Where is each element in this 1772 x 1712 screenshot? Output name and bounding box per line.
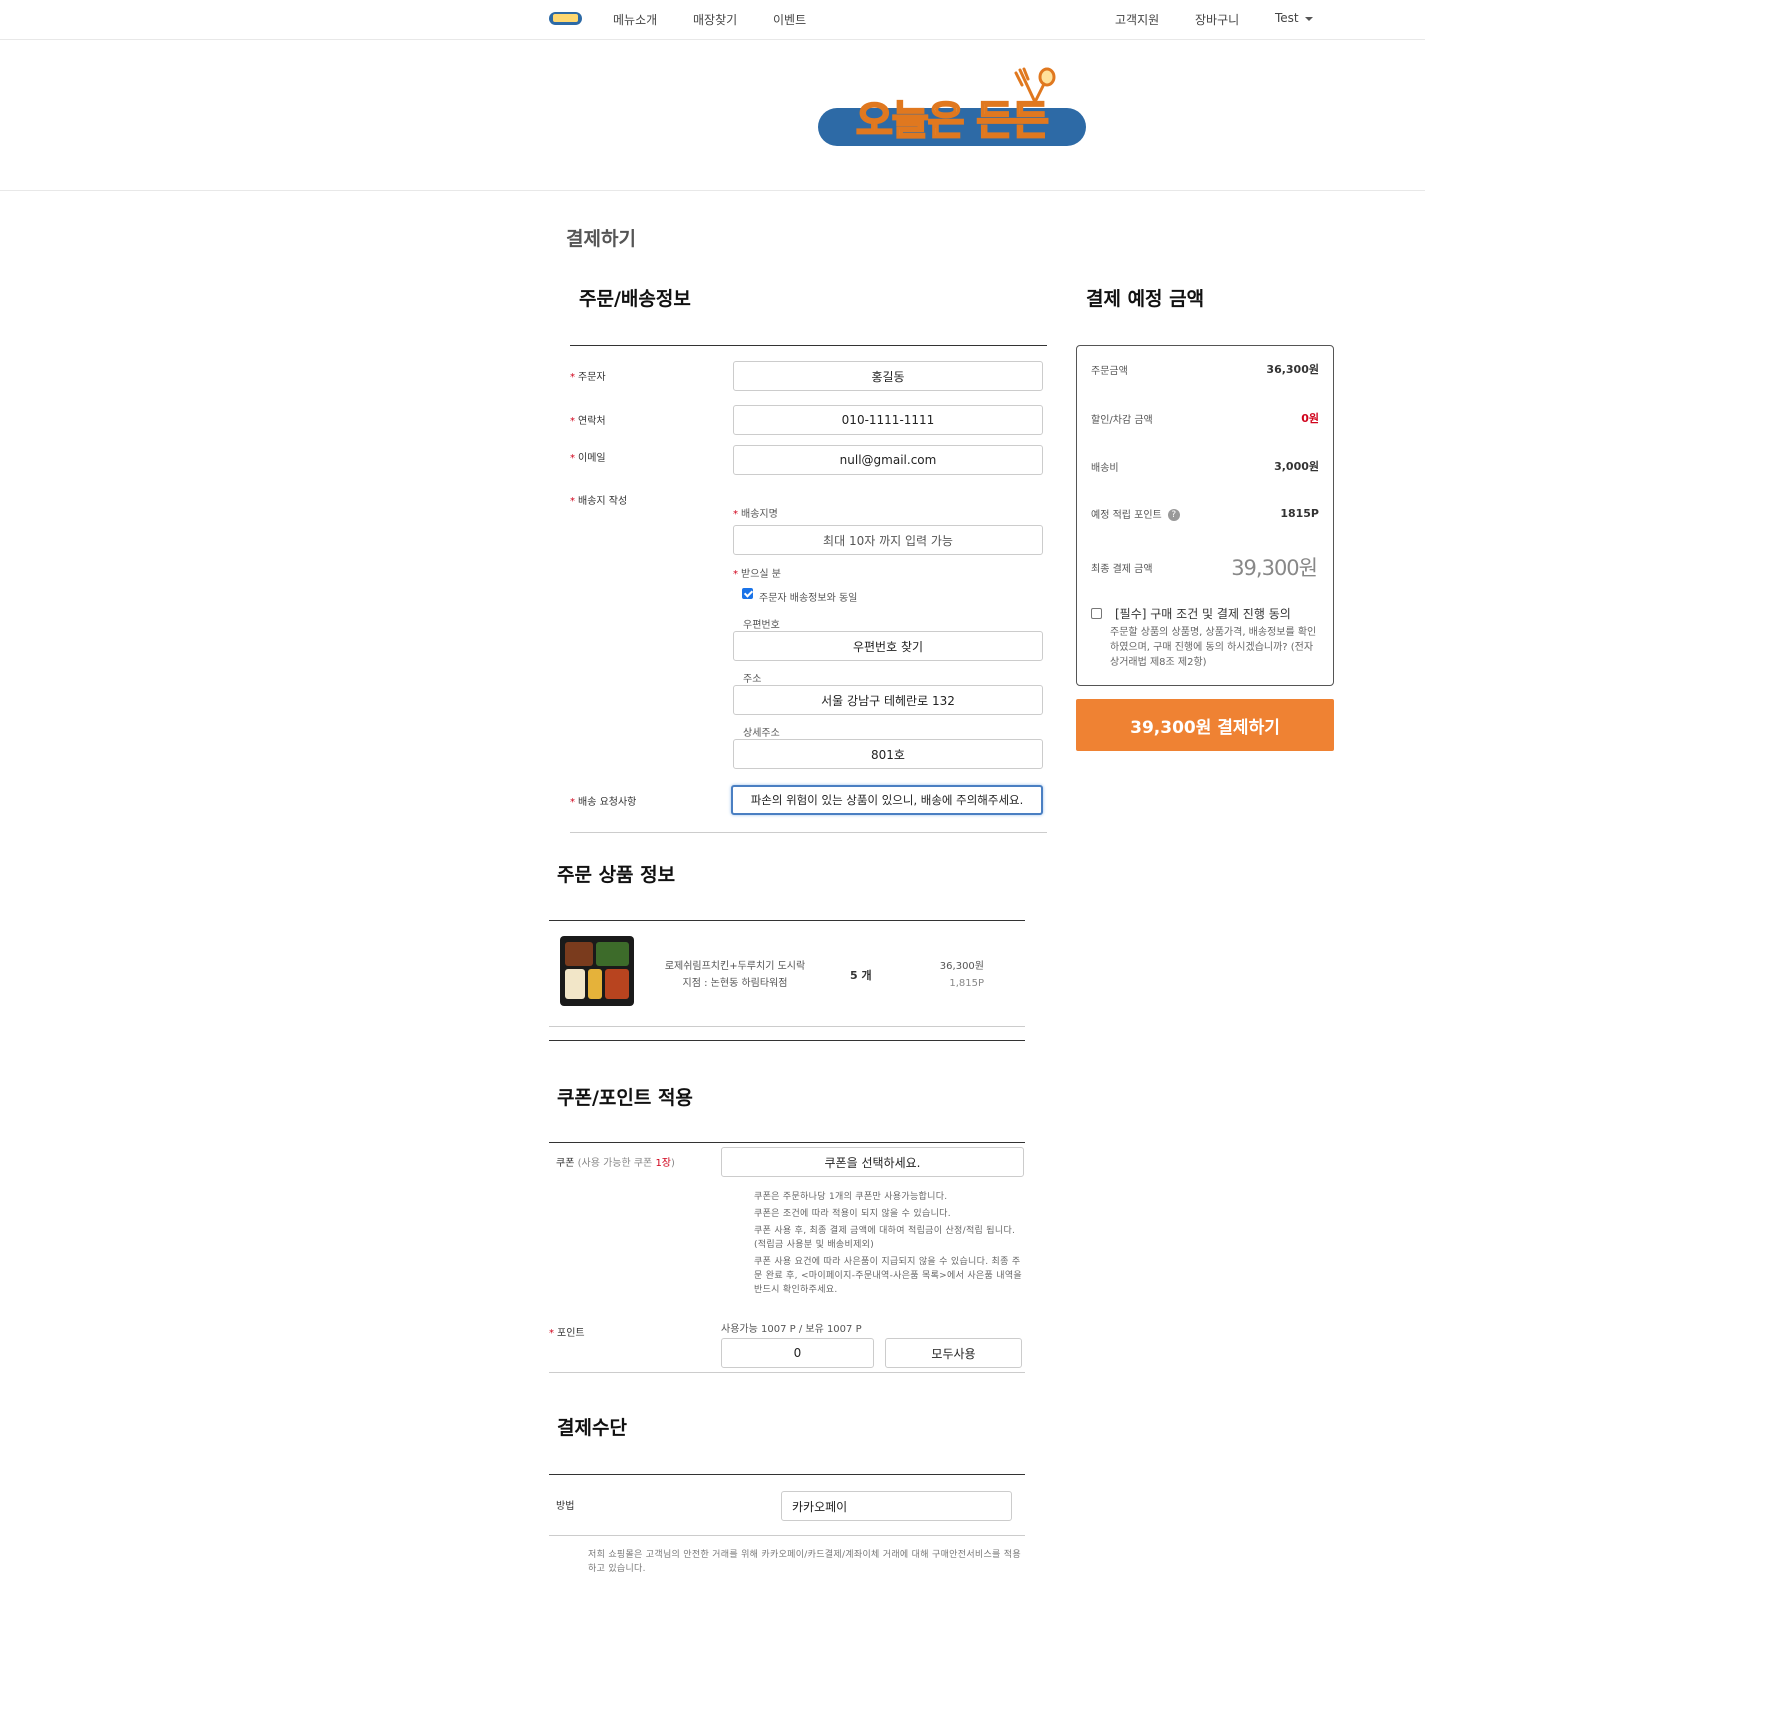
- detail-address-field[interactable]: 801호: [733, 739, 1043, 769]
- discount-label: 할인/차감 금액: [1091, 415, 1153, 426]
- divider: [549, 1535, 1025, 1536]
- address-name-label: * 배송지명: [733, 509, 778, 520]
- shipping-label: 배송비: [1091, 463, 1119, 474]
- brand-banner: 오늘은 든든: [0, 40, 1425, 191]
- brand-logo[interactable]: 오늘은 든든: [816, 64, 1086, 154]
- zipcode-search-button[interactable]: 우편번호 찾기: [733, 631, 1043, 661]
- product-price: 36,300원 1,815P: [920, 958, 984, 992]
- product-name[interactable]: 로제쉬림프치킨+두루치기 도시락 지점 : 논현동 하림타워점: [660, 958, 810, 992]
- required-mark: *: [570, 372, 575, 383]
- nav-cart[interactable]: 장바구니: [1195, 11, 1239, 28]
- divider: [549, 920, 1025, 921]
- expected-points-label: 예정 적립 포인트?: [1091, 506, 1180, 521]
- delivery-request-input[interactable]: 파손의 위험이 있는 상품이 있으니, 배송에 주의해주세요.: [731, 785, 1043, 815]
- order-amount-value: 36,300원: [1266, 363, 1319, 376]
- email-field[interactable]: null@gmail.com: [733, 445, 1043, 475]
- address-field[interactable]: 서울 강남구 테헤란로 132: [733, 685, 1043, 715]
- payment-method-select[interactable]: 카카오페이: [781, 1491, 1012, 1521]
- divider: [549, 1026, 1025, 1027]
- purchase-agree-checkbox[interactable]: [1091, 608, 1102, 619]
- address-section-label: * 배송지 작성: [570, 496, 628, 507]
- phone-field[interactable]: 010-1111-1111: [733, 405, 1043, 435]
- nav-events[interactable]: 이벤트: [773, 11, 806, 28]
- orderer-field[interactable]: 홍길동: [733, 361, 1043, 391]
- phone-label: * 연락처: [570, 416, 606, 427]
- divider: [549, 1474, 1025, 1475]
- required-mark: *: [570, 797, 575, 808]
- points-label: * 포인트: [549, 1328, 585, 1339]
- nav-customer-support[interactable]: 고객지원: [1115, 11, 1159, 28]
- orderer-label: * 주문자: [570, 372, 606, 383]
- logo-wordmark: 오늘은 든든: [855, 97, 1050, 145]
- required-mark: *: [570, 496, 575, 507]
- coupon-notice-line: 쿠폰은 주문하나당 1개의 쿠폰만 사용가능합니다.: [754, 1192, 948, 1202]
- address-label: 주소: [743, 674, 762, 685]
- divider: [549, 1372, 1025, 1373]
- required-mark: *: [549, 1328, 554, 1339]
- coupon-notice-line: 쿠폰 사용 후, 최종 결제 금액에 대하여 적립금이 산정/적립 됩니다. (…: [754, 1226, 1016, 1250]
- nav-user-menu[interactable]: Test: [1275, 11, 1313, 25]
- safe-payment-notice: 저희 쇼핑몰은 고객님의 안전한 거래를 위해 카카오페이/카드결제/계좌이체 …: [588, 1550, 1021, 1574]
- points-input[interactable]: 0: [721, 1338, 874, 1368]
- use-all-points-button[interactable]: 모두사용: [885, 1338, 1022, 1368]
- same-as-orderer-checkbox[interactable]: [742, 588, 753, 599]
- site-logo-icon[interactable]: [549, 12, 582, 25]
- purchase-agree-label: [필수] 구매 조건 및 결제 진행 동의: [1115, 607, 1291, 621]
- discount-value: 0원: [1301, 412, 1319, 425]
- coupon-section-title: 쿠폰/포인트 적용: [557, 1087, 693, 1109]
- final-amount-label: 최종 결제 금액: [1091, 564, 1153, 575]
- summary-title: 결제 예정 금액: [1086, 288, 1205, 310]
- points-available: 사용가능 1007 P / 보유 1007 P: [721, 1324, 862, 1335]
- recipient-label: * 받으실 분: [733, 569, 781, 580]
- required-mark: *: [733, 569, 738, 580]
- product-info-title: 주문 상품 정보: [557, 864, 676, 886]
- page-title: 결제하기: [566, 228, 636, 250]
- coupon-notice-line: 쿠폰은 조건에 따라 적용이 되지 않을 수 있습니다.: [754, 1209, 951, 1219]
- payment-summary-box: 주문금액 36,300원 할인/차감 금액 0원 배송비 3,000원 예정 적…: [1076, 345, 1334, 686]
- coupon-count: 1장: [655, 1158, 671, 1169]
- product-name-text: 로제쉬림프치킨+두루치기 도시락: [664, 961, 806, 972]
- final-amount-value: 39,300원: [1231, 556, 1318, 580]
- divider: [549, 1040, 1025, 1041]
- product-quantity: 5 개: [850, 969, 872, 982]
- required-mark: *: [570, 416, 575, 427]
- product-thumbnail[interactable]: [560, 936, 634, 1006]
- shipping-value: 3,000원: [1274, 460, 1319, 473]
- top-nav: 메뉴소개 매장찾기 이벤트 고객지원 장바구니 Test: [0, 0, 1425, 40]
- pay-button[interactable]: 39,300원 결제하기: [1076, 699, 1334, 751]
- product-branch: 지점 : 논현동 하림타워점: [682, 978, 788, 989]
- address-name-input[interactable]: 최대 10자 까지 입력 가능: [733, 525, 1043, 555]
- caret-down-icon: [1304, 16, 1313, 21]
- help-icon[interactable]: ?: [1167, 509, 1180, 521]
- same-as-orderer-label: 주문자 배송정보와 동일: [759, 593, 858, 604]
- divider: [570, 832, 1047, 833]
- order-amount-label: 주문금액: [1091, 366, 1128, 377]
- detail-address-label: 상세주소: [743, 728, 780, 739]
- required-mark: *: [570, 453, 575, 464]
- expected-points-value: 1815P: [1280, 507, 1319, 520]
- user-name: Test: [1275, 11, 1299, 25]
- payment-method-label: 방법: [556, 1501, 575, 1512]
- coupon-notice: 쿠폰은 주문하나당 1개의 쿠폰만 사용가능합니다. 쿠폰은 조건에 따라 적용…: [754, 1190, 1022, 1300]
- payment-method-title: 결제수단: [557, 1417, 627, 1439]
- product-points: 1,815P: [949, 978, 984, 989]
- email-label: * 이메일: [570, 453, 606, 464]
- coupon-label: 쿠폰 (사용 가능한 쿠폰 1장): [556, 1158, 675, 1169]
- nav-menu-intro[interactable]: 메뉴소개: [613, 11, 657, 28]
- order-info-title: 주문/배송정보: [579, 288, 691, 310]
- divider: [549, 1142, 1025, 1143]
- nav-store-finder[interactable]: 매장찾기: [693, 11, 737, 28]
- zipcode-label: 우편번호: [743, 620, 780, 631]
- purchase-agree-description: 주문할 상품의 상품명, 상품가격, 배송정보를 확인하였으며, 구매 진행에 …: [1110, 627, 1317, 668]
- coupon-select[interactable]: 쿠폰을 선택하세요.: [721, 1147, 1024, 1177]
- divider: [570, 345, 1047, 346]
- required-mark: *: [733, 509, 738, 520]
- coupon-notice-line: 쿠폰 사용 요건에 따라 사은품이 지급되지 않을 수 있습니다. 최종 주문 …: [754, 1257, 1022, 1295]
- product-price-value: 36,300원: [939, 961, 984, 972]
- delivery-request-label: * 배송 요청사항: [570, 797, 637, 808]
